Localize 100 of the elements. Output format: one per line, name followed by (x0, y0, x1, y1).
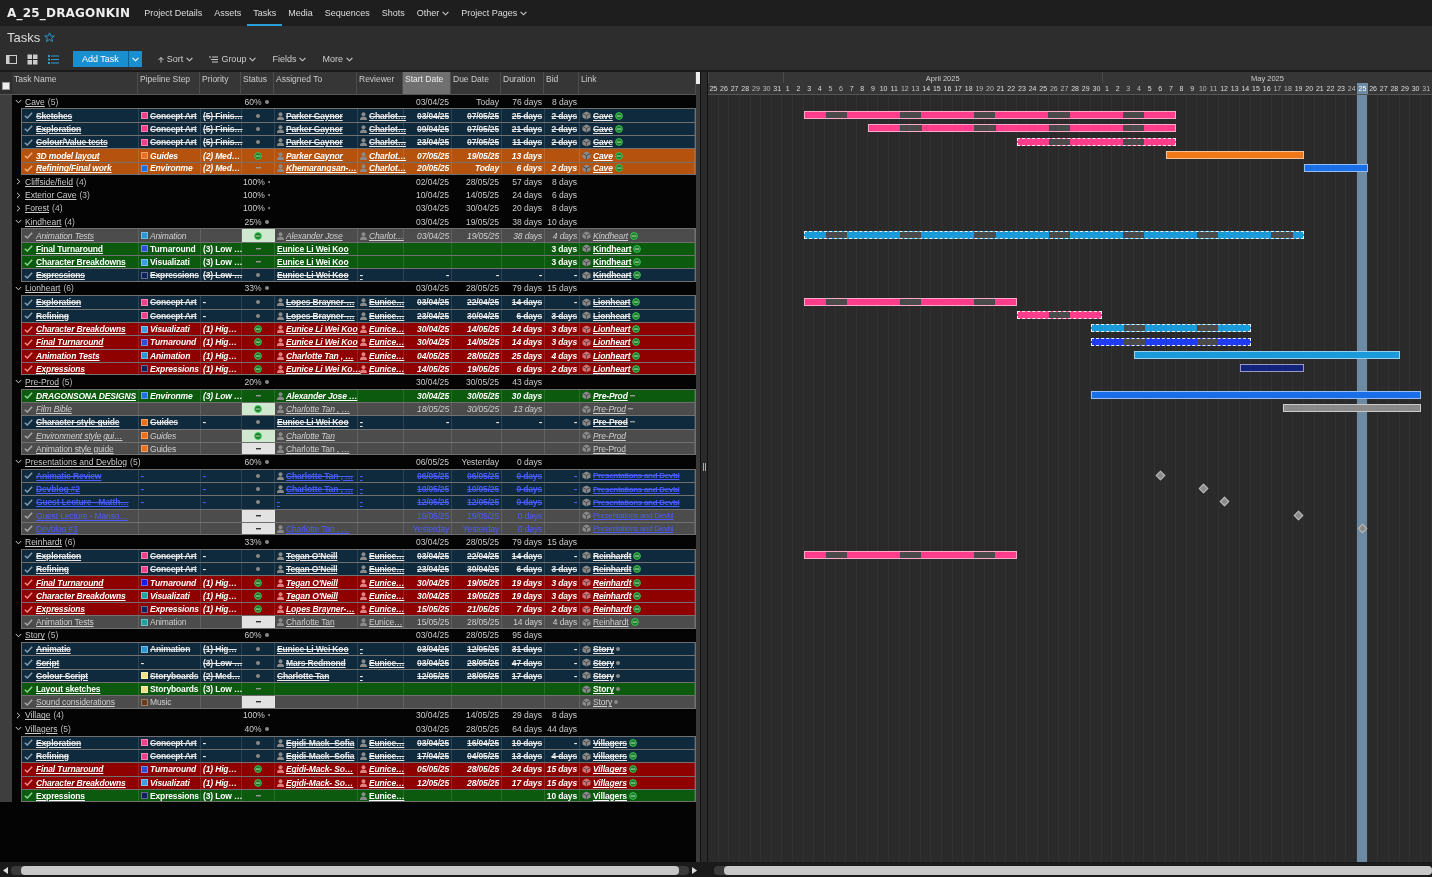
gantt-bar[interactable] (1091, 337, 1251, 346)
group-link[interactable]: Cave (25, 96, 45, 107)
detail-view-icon[interactable] (6, 53, 17, 65)
reviewer-link[interactable]: - (360, 417, 363, 428)
entity-link[interactable]: Reinhardt (593, 564, 632, 575)
assignee-link[interactable]: Alexander Jose (286, 230, 343, 241)
entity-link[interactable]: Story (593, 684, 614, 695)
entity-link[interactable]: Kindheart (593, 230, 629, 241)
task-row[interactable]: Script - (3) Low … Mars Redmond Eunice… 03/04/25 28/05/25 47 days - Story (21, 655, 696, 669)
task-link[interactable]: Expressions (36, 604, 85, 615)
reviewer-link[interactable]: Eunice… (369, 590, 405, 601)
assignee-link[interactable]: Charlotte Tan , … (286, 404, 350, 415)
entity-link[interactable]: Kindheart (593, 257, 632, 268)
reviewer-link[interactable]: Eunice… (369, 764, 405, 775)
group-link[interactable]: Reinhardt (25, 537, 62, 547)
reviewer-link[interactable]: Charlot… (369, 110, 407, 121)
reviewer-link[interactable]: Charlot… (369, 230, 404, 241)
assignee-link[interactable]: Lopes Brayner-… (286, 297, 355, 308)
reviewer-link[interactable]: Charlot… (369, 163, 407, 174)
group-link[interactable]: Exterior Cave (25, 190, 77, 201)
entity-link[interactable]: Lionheart (593, 297, 631, 308)
task-row[interactable]: DRAGONSONA DESIGNS Environme (3) Low … Alexander Jose … 30/04/25 30/05/25 30 days Pre-Prod (21, 388, 696, 402)
group-link[interactable]: Village (25, 710, 51, 721)
task-link[interactable]: Final Turnaround (36, 337, 104, 348)
chevron-icon[interactable] (15, 178, 22, 186)
assignee-link[interactable]: Charlotte Tan (277, 670, 330, 681)
assignee-link[interactable]: Parker Gaynor (286, 110, 343, 121)
reviewer-link[interactable]: Charlot… (369, 150, 407, 161)
column-header[interactable]: Priority (200, 72, 241, 94)
assignee-link[interactable]: Parker Gaynor (286, 150, 343, 161)
gantt-bar[interactable] (1016, 137, 1177, 146)
task-link[interactable]: Character Breakdowns (36, 590, 126, 601)
resize-handle-icon[interactable] (702, 463, 706, 471)
task-link[interactable]: Expressions (36, 363, 85, 374)
task-row[interactable]: Expressions Expressions (3) Low … Eunice Li Wei Koo - - - - - Kindheart (21, 268, 696, 282)
milestone-marker[interactable] (1198, 483, 1209, 494)
nav-tab[interactable]: Other (410, 0, 456, 26)
status-cell[interactable] (242, 696, 275, 708)
column-header[interactable]: Pipeline Step (138, 72, 200, 94)
reviewer-link[interactable]: Eunice… (369, 550, 405, 561)
entity-link[interactable]: Story (593, 697, 613, 708)
task-link[interactable]: Exploration (36, 123, 82, 134)
task-link[interactable]: Character Breakdowns (36, 324, 126, 334)
reviewer-link[interactable]: Eunice… (369, 577, 405, 588)
assignee-link[interactable]: Eunice Li Wei Koo (277, 270, 349, 281)
task-link[interactable]: Expressions (36, 790, 85, 801)
task-link[interactable]: Character style guide (36, 417, 120, 428)
reviewer-link[interactable]: - (360, 670, 363, 681)
entity-link[interactable]: Kindheart (593, 243, 632, 254)
entity-link[interactable]: Cave (593, 123, 613, 134)
entity-link[interactable]: Villagers (593, 751, 627, 761)
assignee-link[interactable]: Egidi-Mack- Sofia (286, 751, 355, 761)
reviewer-link[interactable]: Eunice… (369, 751, 405, 761)
entity-link[interactable]: Reinhardt (593, 550, 632, 561)
group-link[interactable]: Kindheart (25, 216, 62, 227)
task-link[interactable]: Character Breakdowns (36, 257, 126, 268)
assignee-link[interactable]: Lopes Brayner-… (286, 604, 355, 615)
task-row[interactable]: Final Turnaround Turnaround (1) Hig… Egidi-Mack- So… Eunice… 05/05/25 28/05/25 24 days 15 days Villagers (21, 762, 696, 776)
task-row[interactable]: Final Turnaround Turnaround (1) Hig… Eunice Li Wei Koo Eunice… 30/04/25 14/05/25 14 days 3 days Lionheart (21, 335, 696, 349)
task-link[interactable]: Animation Tests (36, 230, 94, 241)
nav-tab[interactable]: Media (282, 0, 319, 26)
reviewer-link[interactable]: - (360, 270, 363, 281)
gantt-bar[interactable] (803, 230, 1305, 239)
vertical-scrollbar[interactable] (696, 72, 700, 862)
chevron-icon[interactable] (15, 204, 22, 212)
task-link[interactable]: Character Breakdowns (36, 777, 126, 788)
nav-tab[interactable]: Project Pages (455, 0, 534, 26)
nav-tab[interactable]: Assets (208, 0, 248, 26)
assignee-link[interactable]: Khemarangsan-… (286, 163, 357, 174)
horizontal-scrollbar[interactable] (11, 866, 689, 875)
entity-link[interactable]: Villagers (593, 737, 627, 748)
milestone-marker[interactable] (1155, 470, 1166, 481)
list-view-icon[interactable] (48, 53, 59, 65)
group-link[interactable]: Presentations and Devblog (25, 456, 128, 467)
task-link[interactable]: Sound considerations (36, 697, 115, 708)
select-all-checkbox[interactable] (2, 82, 10, 90)
task-row[interactable]: Character style guide Guides - Eunice Li Wei Koo - - - - - Pre-Prod (21, 415, 696, 429)
entity-link[interactable]: Cave (593, 150, 613, 161)
entity-link[interactable]: Reinhardt (593, 577, 632, 588)
task-link[interactable]: Layout sketches (36, 684, 101, 695)
scroll-right-icon[interactable] (692, 867, 697, 874)
chevron-icon[interactable] (15, 285, 22, 292)
toolbar-button[interactable]: Group (201, 51, 265, 67)
task-link[interactable]: Exploration (36, 550, 82, 561)
task-row[interactable]: Animatic Animation (1) Hig… Eunice Li Wei Koo - 03/04/25 12/05/25 31 days - Story (21, 642, 696, 656)
status-cell[interactable] (242, 509, 275, 522)
chevron-icon[interactable] (15, 191, 22, 199)
task-row[interactable]: 3D model layout Guides (2) Med… Parker Gaynor Charlot… 07/05/25 19/05/25 13 days Cave (21, 148, 696, 162)
task-row[interactable]: Expressions Expressions (1) Hig… Lopes Brayner-… Eunice… 15/05/25 21/05/25 7 days 2 days Reinhardt (21, 602, 696, 616)
task-link[interactable]: Film Bible (36, 404, 72, 415)
task-link[interactable]: Script (36, 657, 60, 668)
assignee-link[interactable]: Eunice Li Wei Ko… (286, 363, 361, 374)
assignee-link[interactable]: Tegan O'Neill (286, 577, 338, 588)
reviewer-link[interactable]: Eunice… (369, 337, 405, 348)
task-row[interactable]: Exploration Concept Art - Lopes Brayner-… Eunice… 03/04/25 22/04/25 14 days - Lionheart (21, 295, 696, 309)
task-row[interactable]: Final Turnaround Turnaround (1) Hig… Tegan O'Neill Eunice… 30/04/25 19/05/25 19 days 3 days Reinhardt (21, 575, 696, 589)
add-task-button[interactable]: Add Task (73, 51, 128, 67)
nav-tab[interactable]: Sequences (318, 0, 376, 26)
task-row[interactable]: Layout sketches Storyboards (3) Low … Story (21, 682, 696, 696)
group-link[interactable]: Lionheart (25, 283, 61, 294)
